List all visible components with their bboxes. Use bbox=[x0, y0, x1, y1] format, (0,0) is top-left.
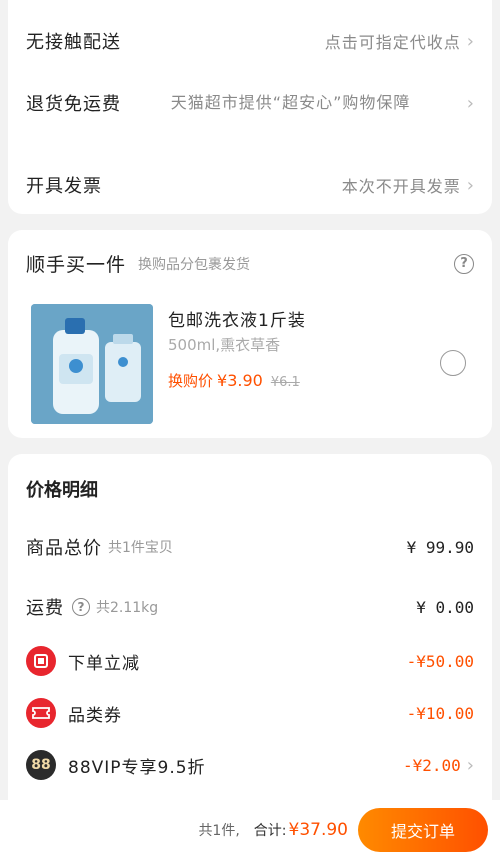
product-image[interactable] bbox=[31, 304, 153, 424]
price-detail-card: 价格明细 商品总价 共1件宝贝 ¥ 99.90 运费 ? 共2.11kg ¥ 0… bbox=[8, 454, 492, 854]
vip-discount-label: 88VIP专享9.5折 bbox=[68, 757, 206, 778]
checkout-bar: 共1件, 合计: ¥37.90 提交订单 bbox=[0, 800, 500, 865]
addon-price-prefix: 换购价 bbox=[168, 372, 214, 390]
addon-title: 顺手买一件 bbox=[26, 254, 127, 276]
delivery-options-card: 无接触配送 点击可指定代收点 › 退货免运费 天猫超市提供“超安心”购物保障 ›… bbox=[8, 0, 492, 214]
total-label: 合计: bbox=[253, 823, 287, 839]
instant-discount-row: 下单立减 -¥50.00 bbox=[26, 646, 474, 676]
addon-subtitle: 换购品分包裹发货 bbox=[138, 256, 251, 273]
contactless-delivery-label: 无接触配送 bbox=[26, 32, 121, 53]
category-coupon-label: 品类券 bbox=[68, 705, 122, 726]
coupon-ticket-icon bbox=[26, 698, 56, 728]
free-return-shipping-row[interactable]: 退货免运费 天猫超市提供“超安心”购物保障 › bbox=[26, 90, 474, 116]
addon-original-price: ¥6.1 bbox=[270, 375, 300, 390]
chevron-right-icon: › bbox=[466, 92, 474, 114]
vip-discount-row[interactable]: 88 88VIP专享9.5折 -¥2.00 › bbox=[26, 750, 474, 780]
vip-88-badge: 88 bbox=[26, 750, 56, 780]
free-return-shipping-value: 天猫超市提供“超安心”购物保障 bbox=[170, 93, 411, 112]
invoice-row[interactable]: 开具发票 本次不开具发票 › bbox=[26, 172, 474, 198]
help-icon[interactable]: ? bbox=[454, 253, 474, 274]
contactless-delivery-row[interactable]: 无接触配送 点击可指定代收点 › bbox=[26, 28, 474, 54]
shipping-row: 运费 ? 共2.11kg ¥ 0.00 bbox=[26, 594, 474, 620]
category-coupon-row: 品类券 -¥10.00 bbox=[26, 698, 474, 728]
submit-order-button[interactable]: 提交订单 bbox=[358, 808, 488, 852]
product-spec: 500ml,熏衣草香 bbox=[168, 336, 281, 354]
addon-select-radio[interactable] bbox=[440, 350, 466, 376]
chevron-right-icon: › bbox=[466, 174, 474, 196]
goods-total-row: 商品总价 共1件宝贝 ¥ 99.90 bbox=[26, 534, 474, 560]
invoice-label: 开具发票 bbox=[26, 176, 102, 197]
addon-purchase-card: 顺手买一件 换购品分包裹发货 ? 包邮洗衣液1斤装 500ml,熏衣草香 换购价… bbox=[8, 230, 492, 438]
chevron-right-icon: › bbox=[466, 30, 474, 52]
free-return-shipping-label: 退货免运费 bbox=[26, 94, 121, 115]
instant-discount-amount: -¥50.00 bbox=[406, 651, 474, 671]
addon-price-line: 换购价 ¥3.90 ¥6.1 bbox=[168, 370, 300, 391]
total-amount: ¥37.90 bbox=[288, 820, 348, 840]
goods-total-label: 商品总价 bbox=[26, 538, 102, 559]
price-detail-header: 价格明细 bbox=[26, 476, 474, 502]
addon-header: 顺手买一件 换购品分包裹发货 ? bbox=[26, 250, 474, 277]
contactless-delivery-value: 点击可指定代收点 bbox=[324, 33, 461, 52]
checkout-summary: 共1件, 合计: ¥37.90 bbox=[198, 820, 348, 840]
addon-price: ¥3.90 bbox=[217, 371, 263, 390]
category-coupon-amount: -¥10.00 bbox=[406, 703, 474, 723]
invoice-value: 本次不开具发票 bbox=[341, 177, 461, 196]
shipping-weight: 共2.11kg bbox=[96, 600, 159, 616]
item-count: 共1件, bbox=[198, 823, 240, 839]
vip-discount-amount: -¥2.00 bbox=[403, 755, 461, 775]
chevron-right-icon: › bbox=[466, 754, 474, 776]
detergent-bottle-icon bbox=[31, 304, 153, 424]
product-name: 包邮洗衣液1斤装 bbox=[168, 311, 306, 331]
discount-tag-icon bbox=[26, 646, 56, 676]
shipping-amount: ¥ 0.00 bbox=[416, 597, 474, 617]
shipping-label: 运费 bbox=[26, 598, 64, 619]
goods-total-amount: ¥ 99.90 bbox=[406, 537, 474, 557]
goods-total-sub: 共1件宝贝 bbox=[108, 540, 173, 556]
price-detail-title: 价格明细 bbox=[26, 480, 98, 501]
help-icon[interactable]: ? bbox=[72, 598, 90, 616]
instant-discount-label: 下单立减 bbox=[68, 653, 140, 674]
